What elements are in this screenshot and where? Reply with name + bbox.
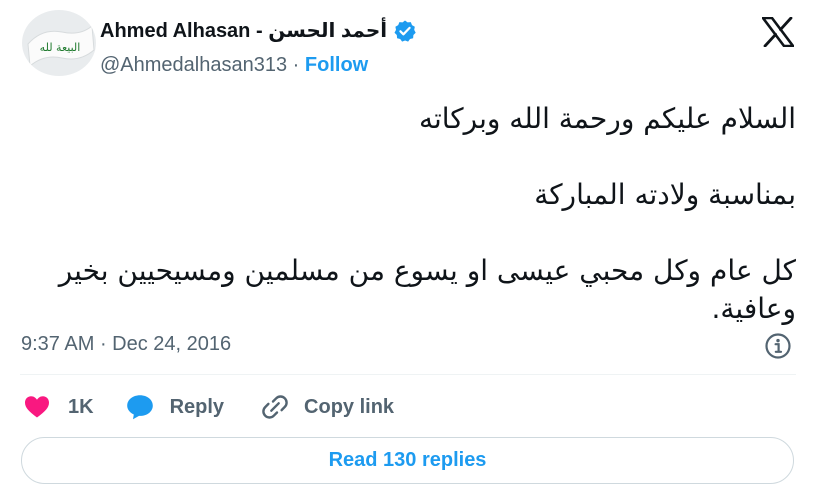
info-icon[interactable] (764, 332, 792, 360)
copy-link-button[interactable]: Copy link (262, 394, 394, 420)
author-handle-row: @Ahmedalhasan313 · Follow (100, 54, 368, 77)
link-icon (262, 395, 288, 419)
tweet-actions: 1K Reply Copy link (24, 392, 394, 422)
speech-bubble-icon (126, 395, 153, 420)
avatar-text: البيعة لله (40, 41, 81, 54)
tweet-time[interactable]: 9:37 AM (21, 333, 94, 355)
tweet-text: السلام عليكم ورحمة الله وبركاته بمناسبة … (58, 102, 796, 325)
avatar-flag-image: البيعة لله (22, 10, 96, 76)
tweet-date[interactable]: Dec 24, 2016 (112, 333, 231, 355)
verified-badge-icon (394, 20, 416, 42)
divider (20, 374, 796, 375)
reply-button[interactable]: Reply (126, 394, 224, 420)
tweet-timestamp[interactable]: 9:37 AM · Dec 24, 2016 (21, 333, 231, 356)
x-logo-icon[interactable] (762, 17, 794, 47)
heart-icon (25, 396, 49, 418)
like-button[interactable]: 1K (24, 395, 94, 419)
copy-link-label: Copy link (304, 395, 395, 418)
author-handle[interactable]: @Ahmedalhasan313 (100, 54, 287, 76)
like-count: 1K (68, 395, 94, 418)
follow-button[interactable]: Follow (305, 54, 368, 76)
author-display-name[interactable]: Ahmed Alhasan - أحمد الحسن (100, 18, 387, 43)
tweet-embed-card: البيعة لله Ahmed Alhasan - أحمد الحسن @A… (0, 0, 819, 503)
timestamp-separator: · (99, 333, 113, 355)
read-replies-button[interactable]: Read 130 replies (21, 437, 794, 484)
avatar[interactable]: البيعة لله (22, 10, 96, 76)
read-replies-label: Read 130 replies (328, 449, 487, 471)
reply-label: Reply (169, 395, 225, 418)
author-name-row[interactable]: Ahmed Alhasan - أحمد الحسن (100, 18, 417, 43)
handle-separator: · (292, 54, 305, 76)
